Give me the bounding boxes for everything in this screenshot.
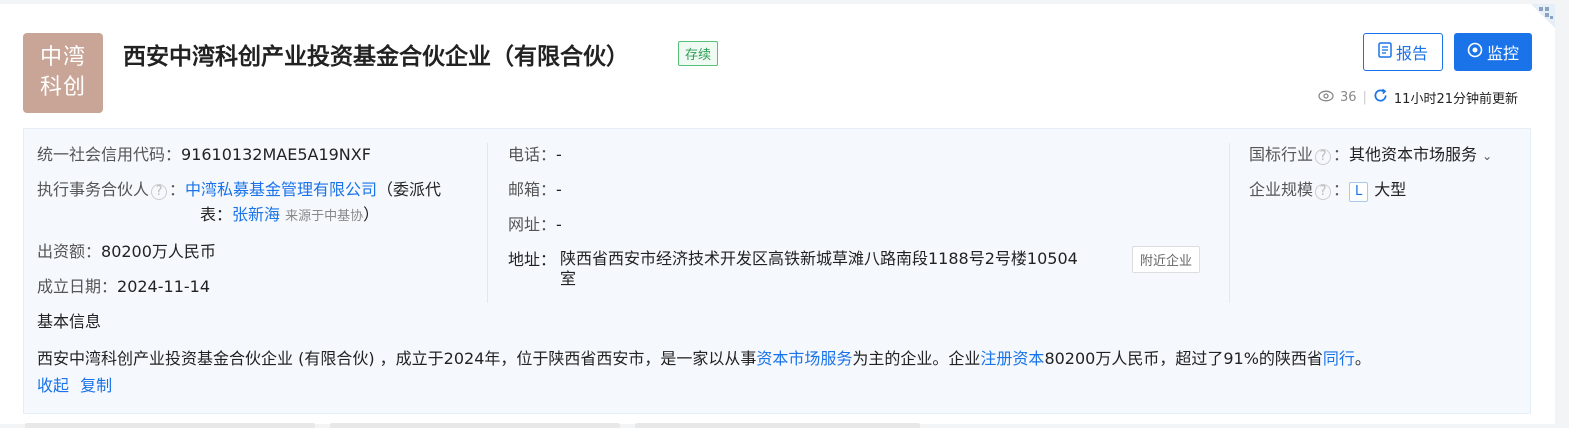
- basic-actions: 收起 复制: [37, 375, 112, 397]
- logo-text-2: 科创: [39, 75, 86, 100]
- eye-icon: [1318, 90, 1334, 106]
- scale-value: 大型: [1374, 180, 1407, 199]
- scale-badge: L: [1349, 182, 1369, 202]
- founded-value: 2024-11-14: [117, 277, 210, 296]
- email-label: 邮箱：: [508, 180, 557, 199]
- credit-code-row: 统一社会信用代码：91610132MAE5A19NXF: [37, 144, 371, 166]
- partner-rep-suffix: ）: [363, 205, 380, 224]
- founded-row: 成立日期：2024-11-14: [37, 276, 210, 298]
- meta-divider: |: [1362, 90, 1367, 105]
- report-button[interactable]: 报告: [1363, 33, 1443, 71]
- partner-rep-row: 表：张新海 来源于中基协）: [200, 204, 379, 228]
- basic-text-4: 。: [1354, 349, 1371, 368]
- refresh-icon[interactable]: [1373, 88, 1388, 107]
- phone-value: -: [556, 145, 562, 164]
- basic-text-2: 为主的企业。企业: [852, 349, 981, 368]
- credit-code-label: 统一社会信用代码：: [37, 145, 182, 164]
- phone-row: 电话：-: [508, 144, 562, 166]
- capital-label: 出资额：: [37, 242, 102, 261]
- website-value: -: [556, 215, 562, 234]
- partner-label: 执行事务合伙人: [37, 180, 150, 199]
- update-time: 11小时21分钟前更新: [1393, 92, 1518, 107]
- scale-colon: ：: [1333, 180, 1350, 199]
- help-icon[interactable]: ?: [1315, 184, 1332, 200]
- founded-label: 成立日期：: [37, 277, 118, 296]
- capital-value: 80200万人民币: [101, 242, 216, 261]
- info-panel: 统一社会信用代码：91610132MAE5A19NXF 执行事务合伙人? ：中湾私…: [23, 128, 1531, 414]
- document-icon: [1378, 42, 1392, 62]
- industry-label: 国标行业: [1249, 145, 1314, 164]
- peers-link[interactable]: 同行: [1323, 349, 1355, 368]
- partner-rep-label: 表：: [200, 205, 233, 224]
- website-label: 网址：: [508, 215, 557, 234]
- company-header-card: 中湾科创 西安中湾科创产业投资基金合伙企业（有限合伙） 存续 报告 监控 36 …: [0, 4, 1555, 428]
- status-badge: 存续: [678, 41, 719, 66]
- nearby-companies-button[interactable]: 附近企业: [1132, 246, 1201, 273]
- industry-colon: ：: [1333, 145, 1350, 164]
- copy-link[interactable]: 复制: [80, 376, 112, 395]
- column-divider: [487, 143, 488, 303]
- basic-info-text: 西安中湾科创产业投资基金合伙企业 (有限合伙) ，成立于2024年，位于陕西省西…: [37, 348, 1517, 370]
- address-value: 陕西省西安市经济技术开发区高铁新城草滩八路南段1188号2号楼10504 室: [560, 249, 1120, 289]
- registered-capital-link[interactable]: 注册资本: [980, 349, 1044, 368]
- chevron-down-icon[interactable]: ⌄: [1482, 149, 1492, 163]
- basic-text-3: 80200万人民币，超过了91%的陕西省: [1044, 349, 1323, 368]
- capital-row: 出资额：80200万人民币: [37, 241, 216, 263]
- basic-info-title: 基本信息: [37, 312, 102, 331]
- email-value: -: [556, 180, 562, 199]
- partner-rep-source: 来源于中基协: [285, 209, 364, 224]
- credit-code-value: 91610132MAE5A19NXF: [181, 145, 371, 164]
- scale-row: 企业规模?： L 大型: [1249, 179, 1406, 202]
- column-divider: [1229, 143, 1230, 303]
- collapse-link[interactable]: 收起: [37, 376, 69, 395]
- partner-link[interactable]: 中湾私募基金管理有限公司: [185, 180, 377, 199]
- meta-info: 36 | 11小时21分钟前更新: [1318, 88, 1518, 107]
- partner-row: 执行事务合伙人? ：中湾私募基金管理有限公司（委派代: [37, 179, 487, 201]
- help-icon[interactable]: ?: [151, 184, 168, 200]
- address-label: 地址：: [508, 250, 557, 269]
- help-icon[interactable]: ?: [1315, 149, 1332, 165]
- address-line-2: 室: [560, 269, 577, 288]
- website-row: 网址：-: [508, 214, 562, 236]
- partner-rep-link[interactable]: 张新海: [232, 205, 280, 224]
- phone-label: 电话：: [508, 145, 557, 164]
- report-label: 报告: [1395, 44, 1428, 63]
- address-line-1: 陕西省西安市经济技术开发区高铁新城草滩八路南段1188号2号楼10504: [560, 249, 1078, 268]
- company-logo: 中湾 科创: [23, 33, 103, 113]
- industry-value[interactable]: 其他资本市场服务: [1349, 145, 1477, 164]
- partner-rep-prefix: （委派代: [377, 180, 442, 199]
- monitor-eye-icon: [1467, 42, 1483, 62]
- monitor-label: 监控: [1486, 44, 1519, 63]
- company-name: 西安中湾科创产业投资基金合伙企业（有限合伙）: [123, 44, 629, 70]
- monitor-button[interactable]: 监控: [1454, 33, 1532, 71]
- view-count: 36: [1339, 90, 1357, 105]
- partner-colon: ：: [169, 180, 186, 199]
- industry-link[interactable]: 资本市场服务: [756, 349, 852, 368]
- logo-text-1: 中湾: [39, 45, 86, 70]
- email-row: 邮箱：-: [508, 179, 562, 201]
- basic-text-1: 西安中湾科创产业投资基金合伙企业 (有限合伙) ，成立于2024年，位于陕西省西…: [37, 349, 757, 368]
- scale-label: 企业规模: [1249, 180, 1314, 199]
- industry-row: 国标行业? ：其他资本市场服务 ⌄: [1249, 144, 1492, 167]
- qrcode-corner-icon[interactable]: [1525, 4, 1555, 34]
